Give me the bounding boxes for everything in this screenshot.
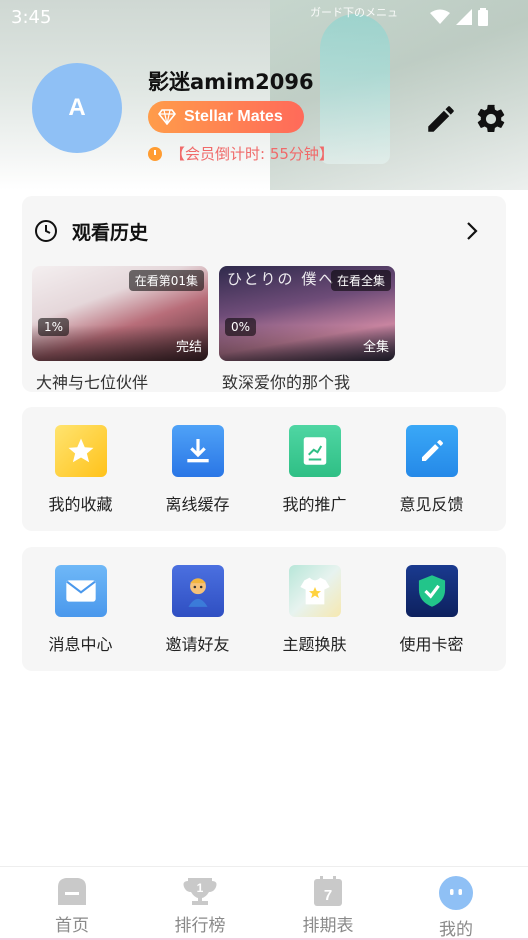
edit-profile-button[interactable] (424, 102, 458, 136)
history-thumbnail-2[interactable]: ひとりの 僕へ 在看全集 0% 全集 (219, 266, 395, 361)
calendar-icon: 7 (314, 876, 342, 906)
progress-badge: 1% (38, 318, 70, 336)
nav-home-label: 首页 (55, 916, 89, 936)
watch-history-title: 观看历史 (72, 222, 149, 244)
episode-badge: 在看第01集 (128, 270, 204, 291)
offline-cache-label: 离线缓存 (165, 495, 230, 514)
nav-schedule[interactable]: 7 排期表 (262, 875, 394, 936)
nav-mine-label: 我的 (439, 920, 473, 940)
invite-friend-icon (171, 565, 224, 617)
nav-mine[interactable]: 我的 (390, 875, 522, 940)
trophy-icon: 1 (183, 878, 217, 905)
status-badge: 全集 (362, 340, 389, 355)
thumbnail-art-text: ひとりの 僕へ (227, 270, 336, 288)
pencil-icon (428, 106, 454, 132)
diamond-icon (158, 109, 176, 125)
avatar[interactable]: A (32, 63, 122, 153)
vip-badge[interactable]: Stellar Mates (148, 101, 304, 133)
feature-grid-2: 消息中心 邀请好友 主题换肤 使用卡密 (22, 547, 506, 671)
nav-ranking-label: 排行榜 (174, 916, 226, 936)
invite-friends-button[interactable]: 邀请好友 (139, 565, 256, 655)
profile-header: ガード下のメニュ 3:45 A 影迷amim2096 Stellar Mates… (0, 0, 528, 190)
episode-badge: 在看全集 (330, 270, 391, 291)
history-title-1[interactable]: 大神与七位伙伴 (36, 369, 148, 393)
message-center-button[interactable]: 消息中心 (22, 565, 139, 655)
nav-home[interactable]: 首页 (6, 875, 138, 936)
status-time: 3:45 (11, 7, 52, 28)
history-thumbnail-1[interactable]: 在看第01集 1% 完结 (32, 266, 208, 361)
favorites-button[interactable]: 我的收藏 (22, 425, 139, 515)
vip-label: Stellar Mates (184, 108, 283, 125)
message-center-label: 消息中心 (48, 635, 113, 654)
status-badge: 完结 (175, 340, 202, 355)
promotion-label: 我的推广 (282, 495, 347, 514)
theme-skin-label: 主题换肤 (282, 635, 347, 654)
chevron-right-icon[interactable] (462, 220, 482, 242)
battery-icon (478, 8, 488, 26)
feedback-label: 意见反馈 (399, 495, 464, 514)
favorites-label: 我的收藏 (48, 495, 113, 514)
promotion-icon (288, 425, 341, 477)
calendar-number: 7 (324, 887, 332, 904)
feedback-button[interactable]: 意见反馈 (373, 425, 490, 515)
theme-skin-button[interactable]: 主题换肤 (256, 565, 373, 655)
bottom-navigation: 首页 1 排行榜 7 排期表 我的 (0, 866, 528, 940)
header-background-figure (320, 14, 390, 164)
wifi-icon (430, 9, 450, 24)
feature-grid-1: 我的收藏 离线缓存 我的推广 意见反馈 (22, 407, 506, 531)
watch-history-card: 观看历史 在看第01集 1% 完结 大神与七位伙伴 ひとりの 僕へ 在看全集 0… (22, 196, 506, 392)
clock-icon (148, 146, 162, 161)
nav-schedule-label: 排期表 (302, 916, 354, 936)
mail-icon (54, 565, 107, 617)
username: 影迷amim2096 (148, 70, 314, 94)
profile-face-icon (439, 876, 473, 910)
download-icon (171, 425, 224, 477)
progress-badge: 0% (225, 318, 257, 336)
use-card-key-button[interactable]: 使用卡密 (373, 565, 490, 655)
settings-button[interactable] (474, 102, 508, 136)
trophy-number: 1 (197, 881, 204, 895)
offline-cache-button[interactable]: 离线缓存 (139, 425, 256, 515)
nav-ranking[interactable]: 1 排行榜 (134, 875, 266, 936)
star-icon (54, 425, 107, 477)
shield-check-icon (405, 565, 458, 617)
promotion-button[interactable]: 我的推广 (256, 425, 373, 515)
history-clock-icon (35, 220, 57, 242)
invite-friends-label: 邀请好友 (165, 635, 230, 654)
edit-feedback-icon (405, 425, 458, 477)
tshirt-icon (288, 565, 341, 617)
membership-countdown: 【会员倒计时: 55分钟】 (148, 143, 334, 164)
home-icon (58, 878, 86, 905)
use-card-key-label: 使用卡密 (399, 635, 464, 654)
gear-icon (477, 104, 505, 133)
status-bar: 3:45 (0, 0, 528, 34)
countdown-text: 【会员倒计时: 55分钟】 (170, 145, 334, 163)
signal-icon (456, 9, 472, 25)
history-title-2[interactable]: 致深爱你的那个我 (222, 369, 350, 393)
